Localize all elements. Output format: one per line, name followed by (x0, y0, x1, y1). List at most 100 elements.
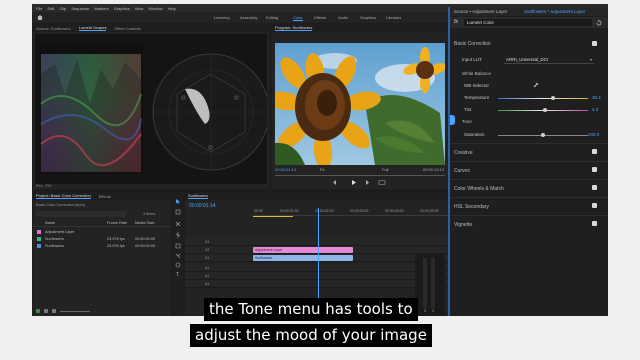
menu-clip[interactable]: Clip (59, 6, 66, 11)
program-quality-dropdown[interactable]: Full (382, 167, 388, 172)
track-label[interactable]: A3 (205, 282, 209, 286)
pen-tool-icon[interactable] (175, 253, 181, 259)
tint-value[interactable]: 4.3 (592, 107, 598, 112)
pencil-icon[interactable] (36, 309, 40, 313)
program-scrub-bar[interactable] (275, 175, 445, 176)
work-area-bar[interactable] (253, 216, 293, 217)
home-icon[interactable] (37, 15, 43, 20)
list-view-icon[interactable] (44, 309, 48, 313)
list-item[interactable]: Adjustment Layer (33, 229, 171, 236)
menu-window[interactable]: Window (148, 6, 162, 11)
hsl-secondary-checkbox[interactable] (592, 203, 597, 208)
track-label[interactable]: A1 (205, 266, 209, 270)
menu-edit[interactable]: Edit (47, 6, 54, 11)
section-creative[interactable]: Creative (454, 150, 473, 156)
column-name[interactable]: Name (45, 221, 55, 225)
lumetri-source-title[interactable]: Source • Adjustment Layer (454, 9, 507, 14)
workspace-audio[interactable]: Audio (338, 14, 348, 21)
white-balance-heading[interactable]: White Balance (462, 71, 491, 77)
text-tool-icon[interactable]: T (176, 272, 179, 278)
tab-lumetri-scopes[interactable]: Lumetri Scopes (78, 25, 107, 31)
workspace-libraries[interactable]: Libraries (386, 14, 401, 21)
color-wheels-checkbox[interactable] (592, 185, 597, 190)
transport-controls (333, 180, 386, 185)
workspace-assembly[interactable]: Assembly (240, 14, 257, 21)
hand-tool-icon[interactable] (175, 262, 181, 268)
slip-tool-icon[interactable] (175, 243, 181, 249)
icon-view-icon[interactable] (52, 309, 56, 313)
tint-slider-knob[interactable] (543, 108, 547, 112)
clip-sunflowers[interactable]: Sunflowers (253, 255, 353, 261)
program-fit-dropdown[interactable]: Fit (320, 167, 324, 172)
solo-right[interactable]: S (432, 309, 434, 313)
track-label[interactable]: V3 (205, 240, 209, 244)
section-curves[interactable]: Curves (454, 168, 470, 174)
play-icon[interactable] (352, 180, 356, 185)
section-basic-correction[interactable]: Basic Correction (454, 41, 491, 47)
effect-selector[interactable]: Lumetri Color (464, 19, 592, 26)
saturation-value[interactable]: 100.0 (588, 132, 599, 137)
timeline-timecode[interactable]: 00:00:01:14 (189, 203, 215, 209)
curves-checkbox[interactable] (592, 167, 597, 172)
temperature-value[interactable]: 30.4 (592, 95, 601, 100)
vignette-checkbox[interactable] (592, 221, 597, 226)
menu-help[interactable]: Help (168, 6, 176, 11)
workspace-color[interactable]: Color (293, 14, 303, 21)
program-monitor-title[interactable]: Program: Sunflowers (275, 25, 313, 31)
tab-sequence[interactable]: Sunflowers (188, 193, 208, 199)
eyedropper-icon[interactable] (533, 82, 539, 88)
tab-effects[interactable]: Effects (99, 194, 111, 199)
creative-checkbox[interactable] (592, 149, 597, 154)
input-lut-value: ARRI_Universal_DCI (506, 57, 549, 62)
menu-sequence[interactable]: Sequence (71, 6, 89, 11)
section-color-wheels[interactable]: Color Wheels & Match (454, 186, 504, 192)
label-color-swatch (37, 230, 41, 234)
track-label[interactable]: A2 (205, 274, 209, 278)
menu-graphics[interactable]: Graphics (114, 6, 130, 11)
workspace-graphics[interactable]: Graphics (360, 14, 376, 21)
camera-icon[interactable] (378, 180, 386, 185)
clip-adjustment-layer[interactable]: Adjustment Layer (253, 247, 353, 253)
temperature-slider[interactable] (498, 98, 588, 99)
caption-line-1: the Tone menu has tools to (204, 298, 418, 321)
project-search-input[interactable] (36, 211, 126, 217)
menu-file[interactable]: File (36, 6, 42, 11)
tab-project[interactable]: Project: Basic Color Correction (36, 193, 91, 199)
track-select-icon[interactable] (175, 209, 181, 215)
selection-tool-icon[interactable] (176, 199, 180, 204)
list-item[interactable]: Sunflowers 23.976 fps 00:00:00:00 (33, 236, 171, 243)
tab-source[interactable]: Source: Sunflowers (36, 26, 71, 31)
column-frame-rate[interactable]: Frame Rate (107, 221, 127, 225)
tab-effect-controls[interactable]: Effect Controls (114, 26, 140, 31)
reset-icon[interactable] (596, 20, 602, 26)
temperature-slider-knob[interactable] (551, 96, 555, 100)
solo-left[interactable]: S (424, 309, 426, 313)
zoom-slider[interactable] (60, 311, 90, 312)
track-label[interactable]: V2 (205, 248, 209, 252)
section-vignette[interactable]: Vignette (454, 222, 472, 228)
column-media-start[interactable]: Media Start (135, 221, 154, 225)
step-forward-icon[interactable] (366, 180, 369, 185)
basic-correction-checkbox[interactable] (592, 41, 597, 46)
workspace-effects[interactable]: Effects (314, 14, 326, 21)
menu-markers[interactable]: Markers (94, 6, 108, 11)
ripple-edit-icon[interactable] (175, 221, 181, 227)
list-item[interactable]: Sunflowers 23.976 fps 00:00:00:00 (33, 243, 171, 250)
workspace-learning[interactable]: Learning (214, 14, 230, 21)
step-back-icon[interactable] (333, 180, 336, 185)
item-name: Sunflowers (45, 237, 64, 241)
item-frame-rate: 23.976 fps (107, 237, 125, 241)
track-v1: V1 Sunflowers (185, 254, 448, 262)
lumetri-sequence-title[interactable]: Sunflowers * Adjustment Layer (524, 7, 585, 16)
program-timecode[interactable]: 00:00:01:14 (275, 167, 296, 172)
workspace-editing[interactable]: Editing (266, 14, 278, 21)
tone-heading[interactable]: Tone (462, 119, 472, 125)
audio-meters: S S (415, 254, 445, 316)
track-label[interactable]: V1 (205, 256, 209, 260)
razor-tool-icon[interactable] (175, 232, 181, 238)
menu-view[interactable]: View (135, 6, 144, 11)
saturation-slider-knob[interactable] (541, 133, 545, 137)
input-lut-dropdown[interactable]: ARRI_Universal_DCI ▾ (504, 56, 594, 64)
timeline-ruler[interactable]: 00:00 00:00:01:00 00:00:02:00 00:00:03:0… (253, 208, 448, 216)
section-hsl-secondary[interactable]: HSL Secondary (454, 204, 489, 210)
